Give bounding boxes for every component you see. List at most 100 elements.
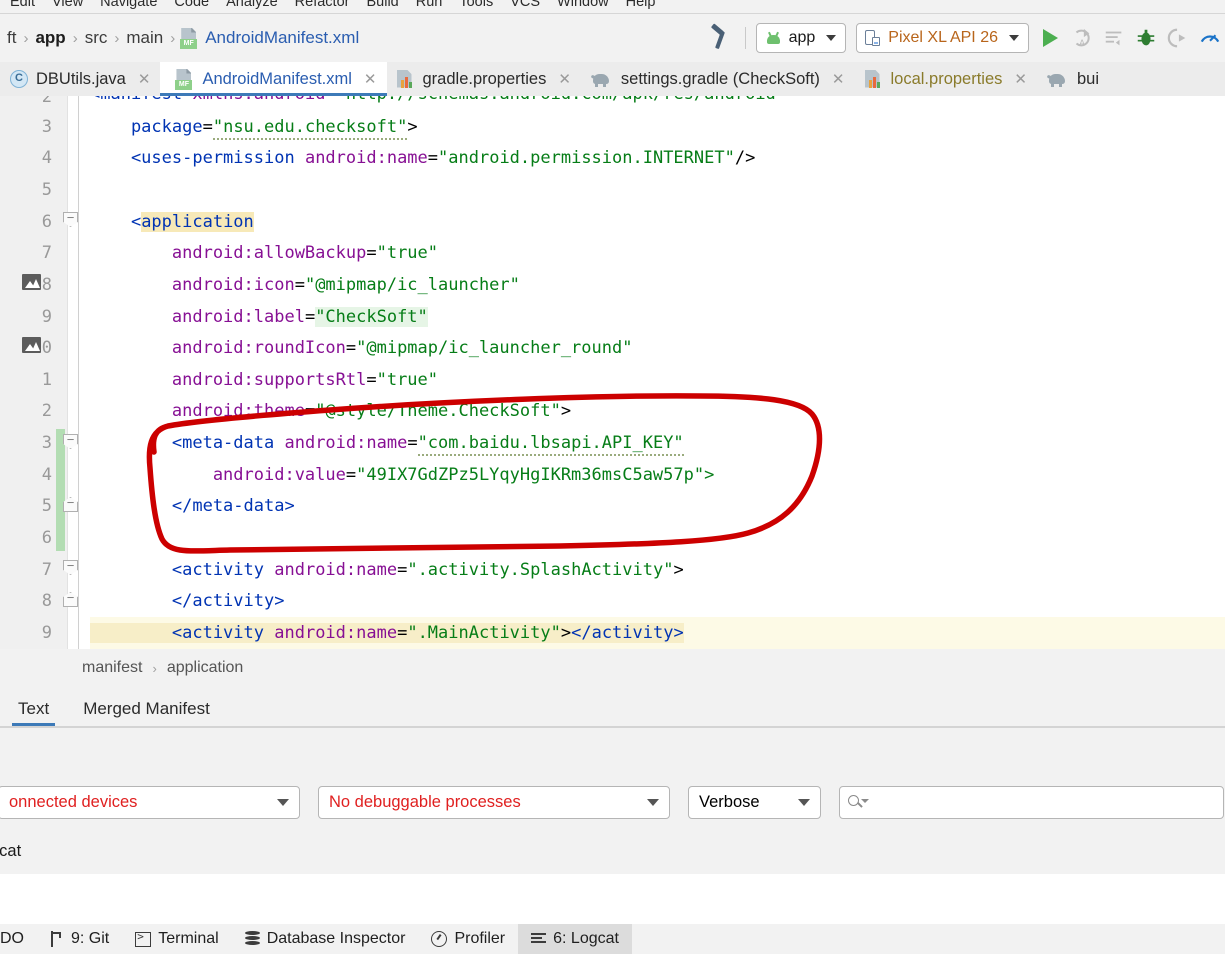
code-line-19: <activity android:name=".MainActivity"><… — [90, 623, 684, 643]
breadcrumb-item-src[interactable]: src — [78, 28, 115, 48]
database-icon — [244, 931, 260, 947]
tool-window-profiler[interactable]: Profiler — [418, 924, 518, 954]
device-label: Pixel XL API 26 — [888, 29, 998, 46]
editor-breadcrumb-application[interactable]: application — [167, 659, 244, 677]
logcat-search-input[interactable] — [839, 785, 1224, 819]
menu-item-analyze[interactable]: Analyze — [226, 0, 278, 10]
indent-guide — [78, 96, 79, 649]
manifest-file-icon: MF — [179, 27, 199, 49]
tool-window-todo[interactable]: DO — [0, 924, 37, 954]
run-configuration-label: app — [788, 29, 816, 46]
hammer-build-icon[interactable] — [709, 23, 735, 51]
close-icon[interactable]: ✕ — [558, 70, 571, 88]
tool-window-label: 9: Git — [71, 930, 110, 947]
api-key-string: "49IX7GdZPz5LYqyHgIKRm36msC5aw57p"> — [356, 465, 715, 485]
code-line-11: android:supportsRtl="true" — [90, 370, 439, 390]
run-configuration-selector[interactable]: app — [755, 23, 847, 53]
device-selector[interactable]: Pixel XL API 26 — [856, 23, 1029, 53]
image-resource-icon[interactable] — [22, 274, 41, 290]
line-number: 1 — [41, 370, 52, 390]
editor-tab-gradle-properties[interactable]: gradle.properties ✕ — [387, 62, 581, 96]
tool-window-terminal[interactable]: Terminal — [122, 924, 231, 954]
profiler-icon[interactable] — [1199, 27, 1221, 49]
debug-bug-icon[interactable] — [1135, 27, 1157, 49]
tool-window-label: DO — [0, 930, 24, 947]
android-robot-icon — [765, 31, 782, 45]
code-line-10: android:roundIcon="@mipmap/ic_launcher_r… — [90, 338, 633, 358]
logcat-filter-row: onnected devices No debuggable processes… — [0, 782, 1225, 822]
editor-tab-local-properties[interactable]: local.properties ✕ — [855, 62, 1037, 96]
line-number: 9 — [41, 307, 52, 327]
line-number: 7 — [41, 243, 52, 263]
attach-debugger-icon[interactable] — [1167, 27, 1189, 49]
menu-item-build[interactable]: Build — [366, 0, 398, 10]
menu-item-run[interactable]: Run — [416, 0, 443, 10]
search-magnifier-icon — [848, 794, 869, 810]
editor-tab-label: local.properties — [890, 69, 1003, 88]
editor-tab-settings-gradle[interactable]: settings.gradle (CheckSoft) ✕ — [581, 62, 855, 96]
code-line-9: android:label="CheckSoft" — [90, 307, 428, 327]
close-icon[interactable]: ✕ — [832, 70, 845, 88]
close-icon[interactable]: ✕ — [1014, 70, 1027, 88]
toolbar-divider — [744, 27, 746, 49]
device-phone-icon — [865, 29, 881, 47]
breadcrumb-separator: › — [152, 660, 157, 676]
tab-text[interactable]: Text — [12, 699, 56, 726]
line-number: 5 — [41, 180, 52, 200]
image-resource-icon[interactable] — [22, 337, 41, 353]
code-editor[interactable]: 2 3 4 5 6 7 8 9 0 1 2 3 4 5 6 7 8 9 − − … — [0, 96, 1225, 649]
gradle-elephant-icon — [1046, 71, 1069, 87]
breadcrumb-current-file[interactable]: AndroidManifest.xml — [199, 28, 359, 48]
tool-window-bar: DO 9: Git Terminal Database Inspector Pr… — [0, 924, 1225, 954]
logcat-output-area[interactable] — [0, 874, 1225, 924]
manifest-icon-label: MF — [180, 38, 198, 49]
line-number: 8 — [41, 591, 52, 611]
logcat-device-selector[interactable]: onnected devices — [0, 785, 300, 819]
apply-changes-icon[interactable]: A — [1071, 27, 1093, 49]
editor-tab-dbutils[interactable]: C DBUtils.java ✕ — [0, 62, 160, 96]
line-number: 2 — [41, 401, 52, 421]
tool-window-logcat[interactable]: 6: Logcat — [518, 924, 632, 954]
menu-item-navigate[interactable]: Navigate — [100, 0, 157, 10]
menu-item-code[interactable]: Code — [174, 0, 209, 10]
close-icon[interactable]: ✕ — [364, 70, 377, 88]
toolbar-actions: app Pixel XL API 26 A — [709, 23, 1225, 53]
tool-window-git[interactable]: 9: Git — [37, 924, 122, 954]
menu-item-window[interactable]: Window — [557, 0, 609, 10]
editor-breadcrumb-manifest[interactable]: manifest — [82, 659, 142, 677]
editor-tab-build-gradle[interactable]: bui — [1037, 62, 1109, 96]
line-number: 9 — [41, 623, 52, 643]
chevron-down-icon — [798, 798, 810, 806]
run-play-icon[interactable] — [1039, 27, 1061, 49]
breadcrumb-item-main[interactable]: main — [119, 28, 170, 48]
breadcrumb-item-app[interactable]: app — [28, 28, 72, 48]
logcat-process-label: No debuggable processes — [329, 792, 521, 811]
code-text-area[interactable]: <manifest xmlns:android="http://schemas.… — [90, 96, 1225, 649]
apply-code-changes-icon[interactable] — [1103, 27, 1125, 49]
line-number: 4 — [41, 465, 52, 485]
menu-item-edit[interactable]: Edit — [10, 0, 35, 10]
tab-merged-manifest[interactable]: Merged Manifest — [77, 699, 216, 726]
menu-item-view[interactable]: View — [52, 0, 83, 10]
main-menu-bar[interactable]: Edit View Navigate Code Analyze Refactor… — [0, 0, 1225, 13]
logcat-device-label: onnected devices — [9, 792, 138, 811]
menu-item-tools[interactable]: Tools — [459, 0, 493, 10]
menu-item-vcs[interactable]: VCS — [510, 0, 540, 10]
vcs-change-marker — [56, 429, 65, 551]
tool-window-database-inspector[interactable]: Database Inspector — [232, 924, 419, 954]
logcat-output-text: gcat — [0, 842, 22, 860]
close-icon[interactable]: ✕ — [138, 70, 151, 88]
manifest-view-tabs: Text Merged Manifest — [0, 687, 1225, 726]
logcat-process-selector[interactable]: No debuggable processes — [318, 785, 670, 819]
code-line-6: <application — [90, 212, 254, 232]
breadcrumb-item-project[interactable]: ft — [0, 28, 23, 48]
editor-tab-bar: C DBUtils.java ✕ MF AndroidManifest.xml … — [0, 62, 1225, 96]
code-line-13: <meta-data android:name="com.baidu.lbsap… — [90, 428, 684, 460]
menu-item-help[interactable]: Help — [626, 0, 656, 10]
logcat-level-selector[interactable]: Verbose — [688, 785, 821, 819]
menu-item-refactor[interactable]: Refactor — [295, 0, 350, 10]
navigation-toolbar: ft › app › src › main › MF AndroidManife… — [0, 14, 1225, 62]
code-line-12: android:theme="@style/Theme.CheckSoft"> — [90, 401, 572, 421]
editor-tab-androidmanifest[interactable]: MF AndroidManifest.xml ✕ — [160, 62, 387, 96]
java-class-icon: C — [10, 70, 28, 88]
